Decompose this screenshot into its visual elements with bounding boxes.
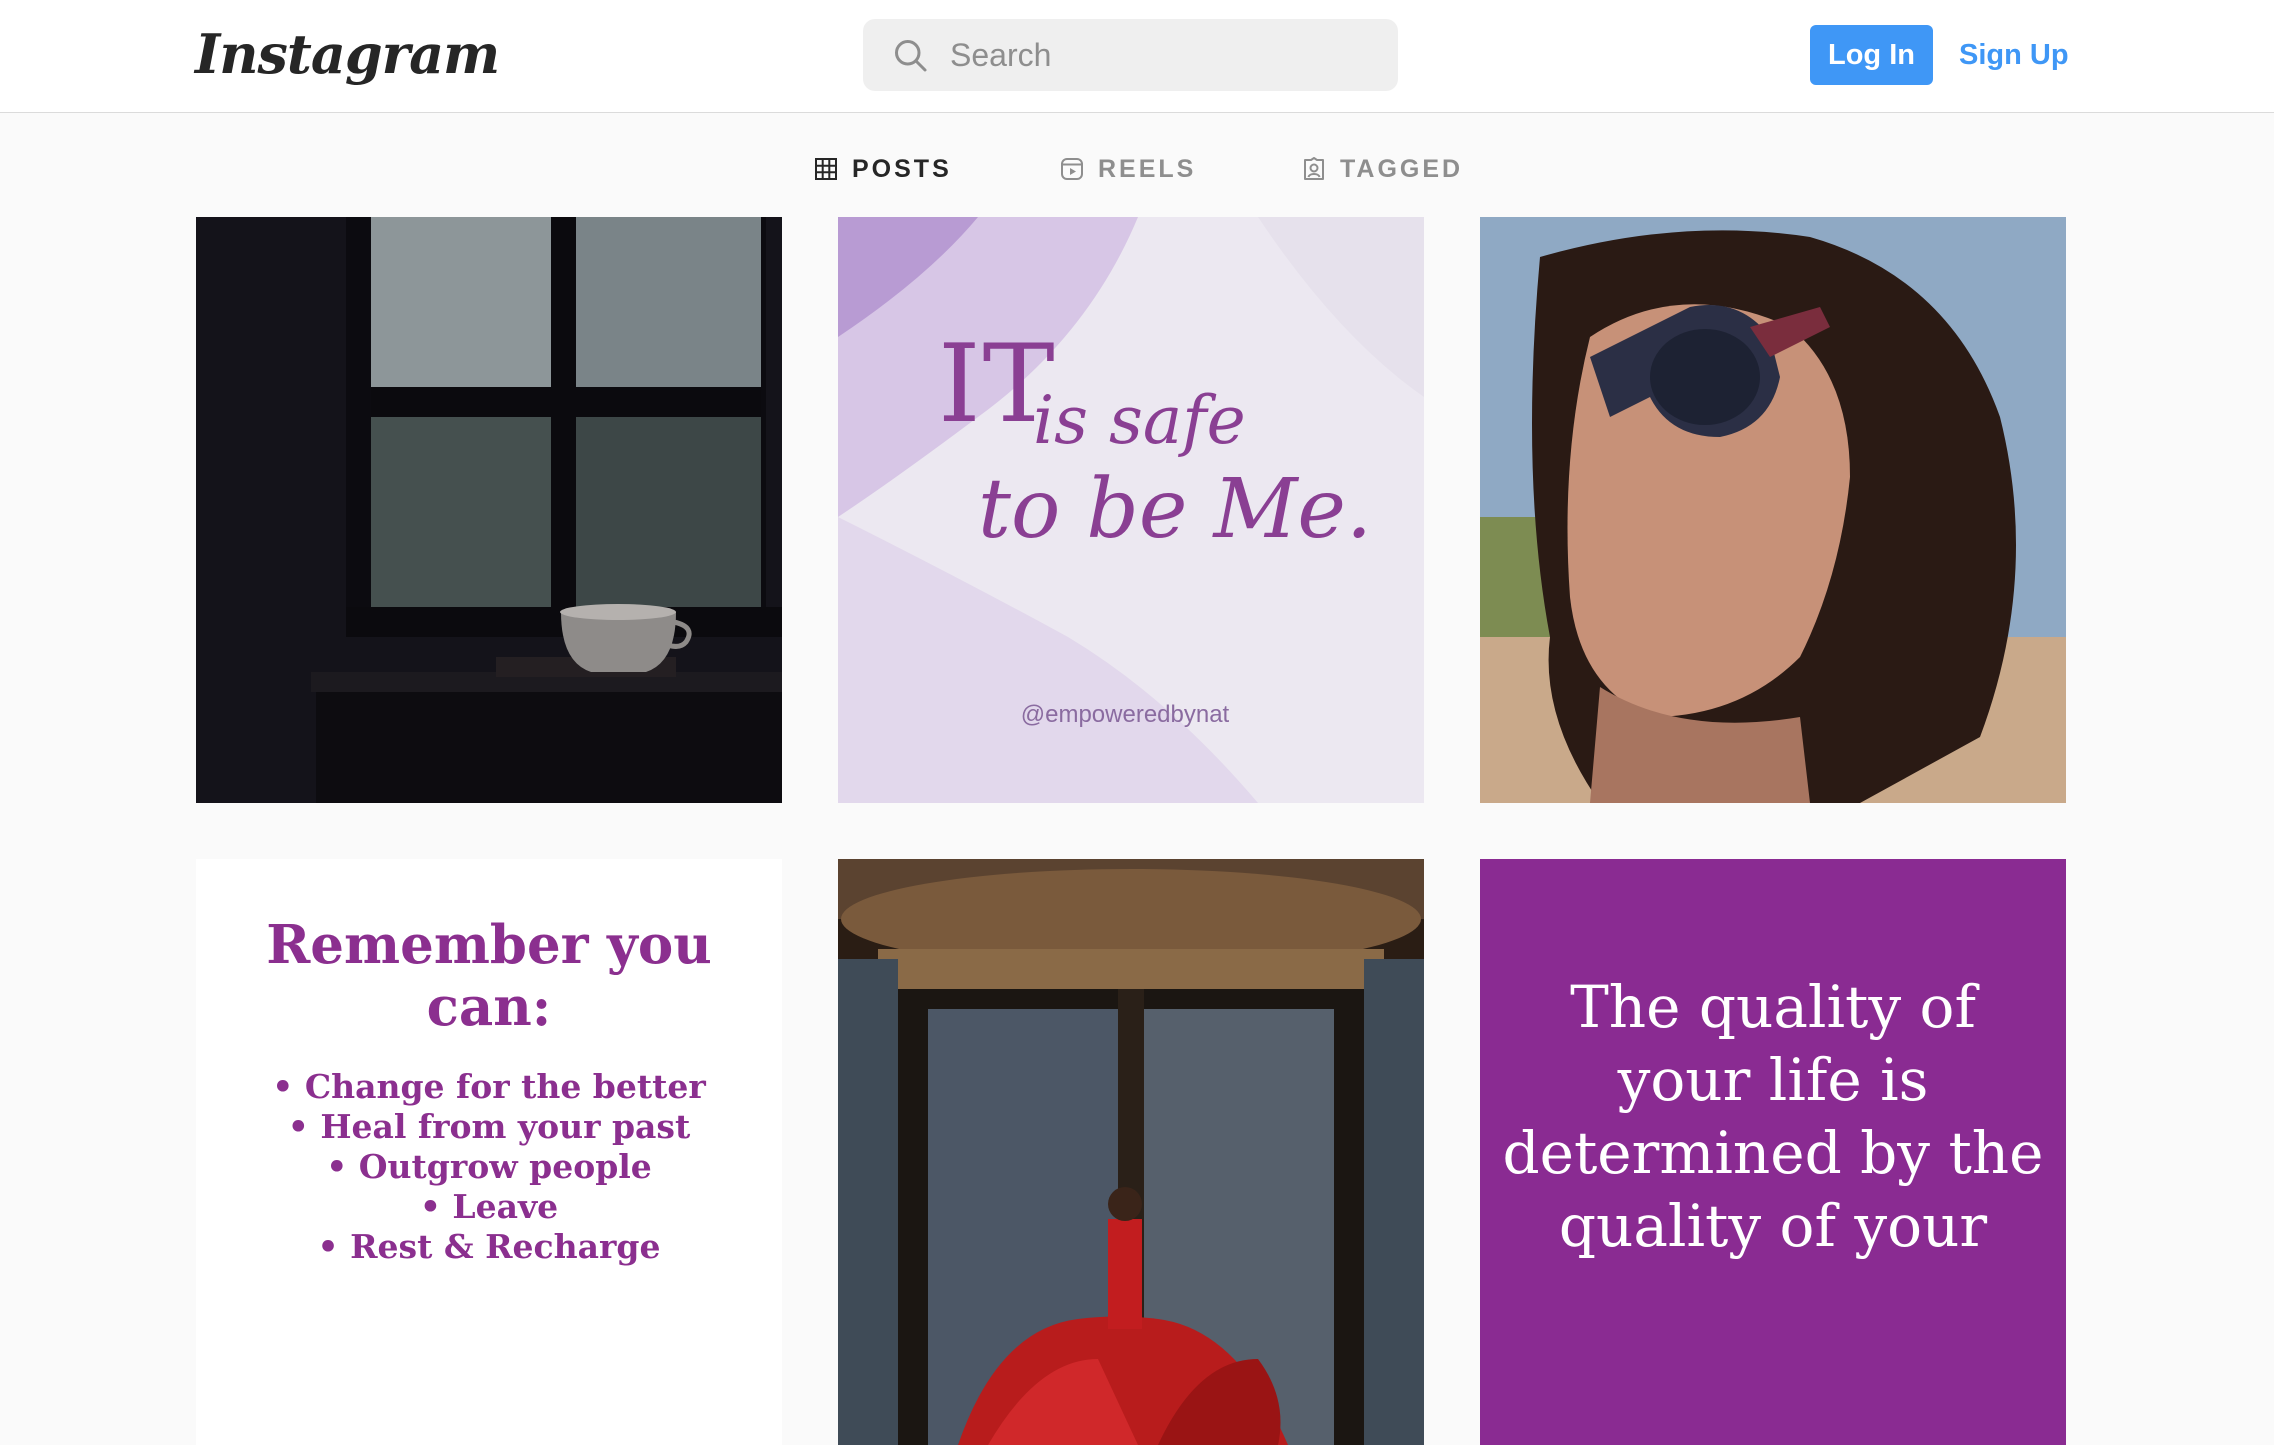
top-navigation-bar: Instagram Log In Sign Up: [0, 0, 2274, 113]
tagged-icon: [1304, 157, 1324, 180]
list-item: • Rest & Recharge: [317, 1227, 661, 1266]
sunglasses-portrait-photo: [1480, 217, 2066, 803]
red-dress-photo: [838, 859, 1424, 1445]
tab-reels-label: REELS: [1098, 154, 1197, 183]
instagram-logo[interactable]: Instagram: [195, 22, 500, 86]
search-input[interactable]: [950, 33, 1370, 77]
tab-tagged[interactable]: TAGGED: [1302, 149, 1463, 189]
post-remember-quote[interactable]: Remember you can: • Change for the bette…: [196, 859, 782, 1445]
post-rainy-window[interactable]: [196, 217, 782, 803]
rainy-window-photo: [196, 217, 782, 803]
quote-line-is-safe: is safe: [1033, 382, 1246, 459]
post-sunglasses-portrait[interactable]: [1480, 217, 2066, 803]
list-item: • Change for the better: [272, 1067, 706, 1106]
list-item: • Outgrow people: [326, 1147, 652, 1186]
quality-quote-text: The quality of your life is determined b…: [1502, 973, 2044, 1260]
search-icon: [895, 40, 927, 72]
quote-line-to-be-me: to be Me.: [978, 462, 1373, 557]
search-box[interactable]: [863, 19, 1398, 91]
tab-posts-label: POSTS: [852, 154, 952, 183]
remember-list: • Change for the better • Heal from your…: [216, 1067, 762, 1267]
list-item: • Heal from your past: [287, 1107, 691, 1146]
post-quality-quote[interactable]: The quality of your life is determined b…: [1480, 859, 2066, 1445]
post-red-dress[interactable]: [838, 859, 1424, 1445]
list-item: • Leave: [419, 1187, 559, 1226]
profile-tabs: POSTS REELS TAGGED: [0, 113, 2274, 217]
post-safe-quote[interactable]: IT is safe to be Me. @empoweredbynat: [838, 217, 1424, 803]
log-in-button[interactable]: Log In: [1810, 25, 1933, 85]
tab-tagged-label: TAGGED: [1340, 154, 1464, 183]
sign-up-button[interactable]: Sign Up: [1955, 25, 2073, 85]
remember-title: Remember you can:: [266, 914, 712, 1038]
grid-icon: [815, 158, 837, 180]
tab-posts[interactable]: POSTS: [814, 149, 952, 189]
reels-icon: [1061, 158, 1083, 180]
tab-reels[interactable]: REELS: [1060, 149, 1196, 189]
quote-handle: @empoweredbynat: [1020, 701, 1230, 728]
